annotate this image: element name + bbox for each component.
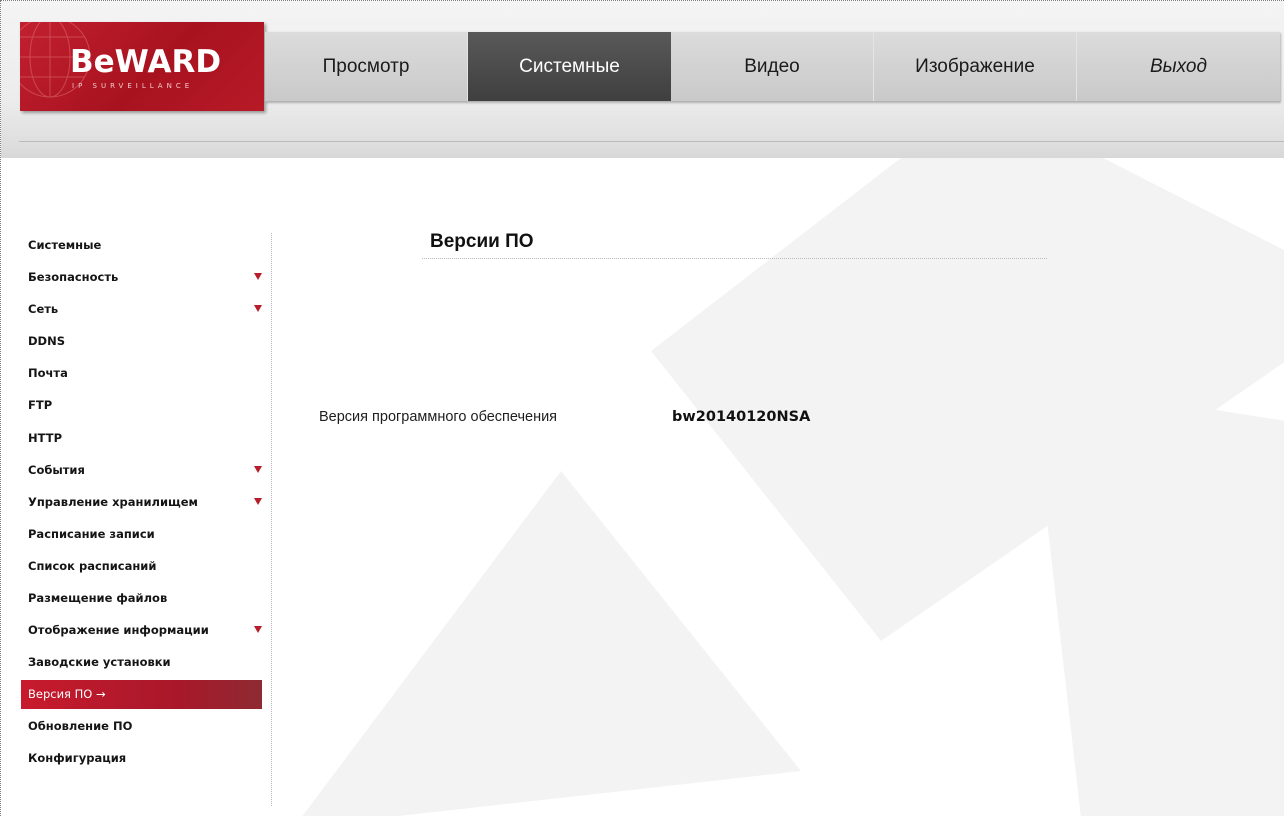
expand-arrow-icon[interactable] — [254, 626, 262, 634]
sidebar-item-label: Сеть — [28, 302, 59, 317]
sidebar-item-network[interactable]: Сеть — [21, 293, 262, 325]
sidebar-item-schedule-list[interactable]: Список расписаний — [21, 550, 262, 582]
sidebar-item-label: Почта — [28, 366, 68, 381]
sidebar-item-label: Управление хранилищем — [28, 494, 198, 509]
sidebar-item-label: Обновление ПО — [28, 719, 133, 734]
expand-arrow-icon[interactable] — [254, 305, 262, 313]
firmware-version-value: bw20140120NSA — [672, 409, 811, 425]
sidebar-item-label: Безопасность — [28, 270, 119, 285]
sidebar-item-firmware-update[interactable]: Обновление ПО — [21, 710, 262, 742]
sidebar-item-label: Заводские установки — [28, 655, 171, 670]
nav-image[interactable]: Изображение — [874, 32, 1077, 101]
top-navigation: Просмотр Системные Видео Изображение Вых… — [265, 32, 1280, 102]
sidebar-item-label: Конфигурация — [28, 751, 127, 766]
sidebar-item-label: DDNS — [28, 334, 65, 349]
sidebar-item-factory-defaults[interactable]: Заводские установки — [21, 646, 262, 678]
header-divider — [19, 141, 1284, 142]
sidebar-item-label: FTP — [28, 398, 53, 413]
sidebar-item-http[interactable]: HTTP — [21, 422, 262, 454]
logo-text: BeWARD — [70, 44, 222, 80]
logo-subtext: IP SURVEILLANCE — [72, 82, 194, 90]
sidebar-item-mail[interactable]: Почта — [21, 357, 262, 389]
sidebar-divider — [271, 233, 272, 806]
nav-logout[interactable]: Выход — [1077, 32, 1280, 101]
sidebar-item-ddns[interactable]: DDNS — [21, 325, 262, 357]
page-title: Версии ПО — [430, 231, 534, 252]
sidebar-menu: Системные Безопасность Сеть DDNS Почта F… — [21, 229, 262, 775]
sidebar-item-system[interactable]: Системные — [21, 229, 262, 261]
sidebar-item-label: Расписание записи — [28, 526, 155, 541]
sidebar-item-label: Размещение файлов — [28, 591, 168, 606]
sidebar-item-label: Версия ПО → — [28, 687, 106, 702]
sidebar-item-firmware-version[interactable]: Версия ПО → — [21, 680, 262, 710]
sidebar-item-info-display[interactable]: Отображение информации — [21, 614, 262, 646]
firmware-version-label: Версия программного обеспечения — [319, 409, 558, 425]
expand-arrow-icon[interactable] — [254, 497, 262, 505]
nav-view[interactable]: Просмотр — [265, 32, 468, 101]
sidebar-item-label: События — [28, 462, 85, 477]
nav-system[interactable]: Системные — [468, 32, 671, 101]
sidebar-item-storage[interactable]: Управление хранилищем — [21, 486, 262, 518]
title-divider — [422, 258, 1047, 259]
sidebar-item-label: HTTP — [28, 430, 63, 445]
nav-video[interactable]: Видео — [671, 32, 874, 101]
expand-arrow-icon[interactable] — [254, 465, 262, 473]
expand-arrow-icon[interactable] — [254, 273, 262, 281]
sidebar-item-security[interactable]: Безопасность — [21, 261, 262, 293]
sidebar-item-label: Системные — [28, 238, 102, 252]
page-frame: BeWARD IP SURVEILLANCE Просмотр Системны… — [0, 0, 1284, 816]
sidebar-item-ftp[interactable]: FTP — [21, 389, 262, 421]
sidebar-item-label: Список расписаний — [28, 558, 157, 573]
sidebar-item-label: Отображение информации — [28, 623, 209, 638]
sidebar-item-configuration[interactable]: Конфигурация — [21, 742, 262, 774]
sidebar-item-record-schedule[interactable]: Расписание записи — [21, 518, 262, 550]
sidebar-item-events[interactable]: События — [21, 454, 262, 486]
beward-logo: BeWARD IP SURVEILLANCE — [20, 22, 264, 111]
sidebar-item-file-location[interactable]: Размещение файлов — [21, 582, 262, 614]
